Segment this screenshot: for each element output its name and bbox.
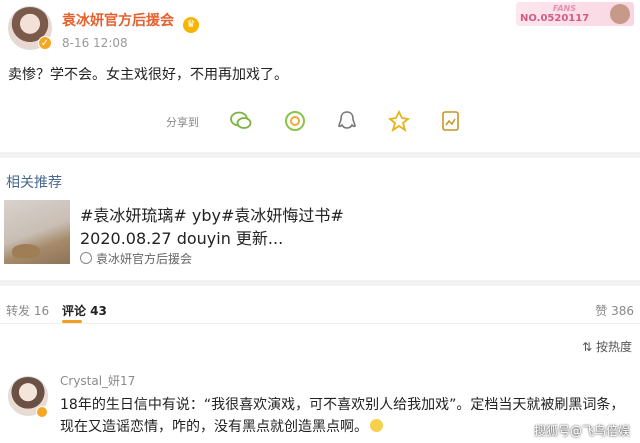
related-card-title[interactable]: #袁冰妍琉璃# yby#袁冰妍悔过书# 2020.08.27 douyin 更新… bbox=[80, 204, 380, 250]
verified-badge-icon: ✓ bbox=[38, 36, 52, 50]
related-card-title-line1: #袁冰妍琉璃# yby#袁冰妍悔过书# bbox=[80, 206, 344, 225]
qzone-icon[interactable] bbox=[387, 109, 411, 133]
related-card-source-text: 袁冰妍官方后援会 bbox=[96, 252, 193, 266]
smile-emoji-icon bbox=[370, 419, 383, 432]
tab-likes[interactable]: 赞 386 bbox=[595, 302, 634, 319]
sort-icon: ⇅ bbox=[582, 340, 596, 354]
post-username[interactable]: 袁冰妍官方后援会 ♛ bbox=[62, 10, 199, 33]
vip-icon: ♛ bbox=[182, 17, 199, 33]
tab-bar: 转发 16 评论 43 赞 386 bbox=[0, 296, 640, 324]
comment-verified-icon bbox=[36, 406, 48, 418]
post-text: 卖惨？学不会。女主戏很好，不用再加戏了。 bbox=[8, 67, 288, 83]
section-divider bbox=[0, 280, 640, 286]
sort-row: ⇅ 按热度 bbox=[0, 334, 640, 358]
post-time: 8-16 12:08 bbox=[62, 36, 128, 50]
post-header: ✓ 袁冰妍官方后援会 ♛ 8-16 12:08 FANS NO.0520117 bbox=[0, 0, 640, 58]
section-divider bbox=[0, 152, 640, 158]
wechat-icon[interactable] bbox=[230, 110, 252, 132]
fans-number: NO.0520117 bbox=[520, 13, 590, 24]
comment-username[interactable]: Crystal_妍17 bbox=[60, 372, 135, 389]
watermark: 搜狐号@飞鸟倍娱 bbox=[533, 424, 630, 438]
related-card[interactable]: #袁冰妍琉璃# yby#袁冰妍悔过书# 2020.08.27 douyin 更新… bbox=[0, 196, 640, 270]
share-label: 分享到 bbox=[166, 116, 199, 129]
post-username-text[interactable]: 袁冰妍官方后援会 bbox=[62, 13, 174, 29]
active-tab-indicator bbox=[62, 320, 82, 323]
sort-label: 按热度 bbox=[595, 340, 632, 354]
related-card-title-line2: 2020.08.27 douyin 更新... bbox=[80, 229, 284, 248]
related-title: 相关推荐 bbox=[6, 175, 62, 191]
related-card-source: 袁冰妍官方后援会 bbox=[80, 250, 192, 267]
related-thumbnail[interactable] bbox=[4, 200, 70, 264]
source-icon bbox=[80, 252, 92, 264]
tab-comments[interactable]: 评论 43 bbox=[62, 302, 107, 319]
sort-button[interactable]: ⇅ 按热度 bbox=[582, 338, 632, 355]
tab-repost[interactable]: 转发 16 bbox=[6, 302, 49, 319]
save-image-icon[interactable] bbox=[440, 110, 462, 132]
share-row: 分享到 bbox=[0, 104, 640, 140]
fans-avatar bbox=[610, 4, 630, 24]
fans-badge[interactable]: FANS NO.0520117 bbox=[516, 2, 634, 26]
comment-item: Crystal_妍17 18年的生日信中有说：“我很喜欢演戏，可不喜欢别人给我加… bbox=[0, 362, 640, 443]
qq-icon[interactable] bbox=[336, 110, 358, 132]
fans-label: FANS bbox=[552, 4, 576, 13]
moments-icon[interactable] bbox=[284, 110, 306, 132]
thumbnail-cat-image bbox=[12, 244, 40, 258]
